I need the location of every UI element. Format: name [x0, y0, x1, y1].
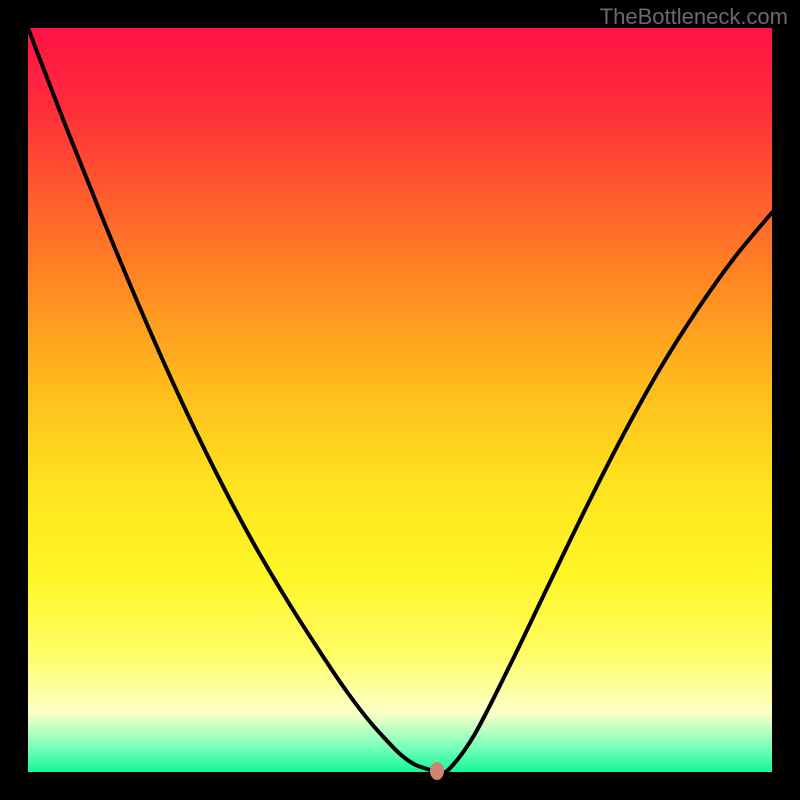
watermark-text: TheBottleneck.com — [600, 4, 788, 30]
curve-svg — [28, 28, 772, 772]
bottleneck-curve-path — [28, 28, 772, 772]
chart-frame: TheBottleneck.com — [0, 0, 800, 800]
optimal-point-marker — [430, 762, 444, 780]
plot-area — [28, 28, 772, 772]
